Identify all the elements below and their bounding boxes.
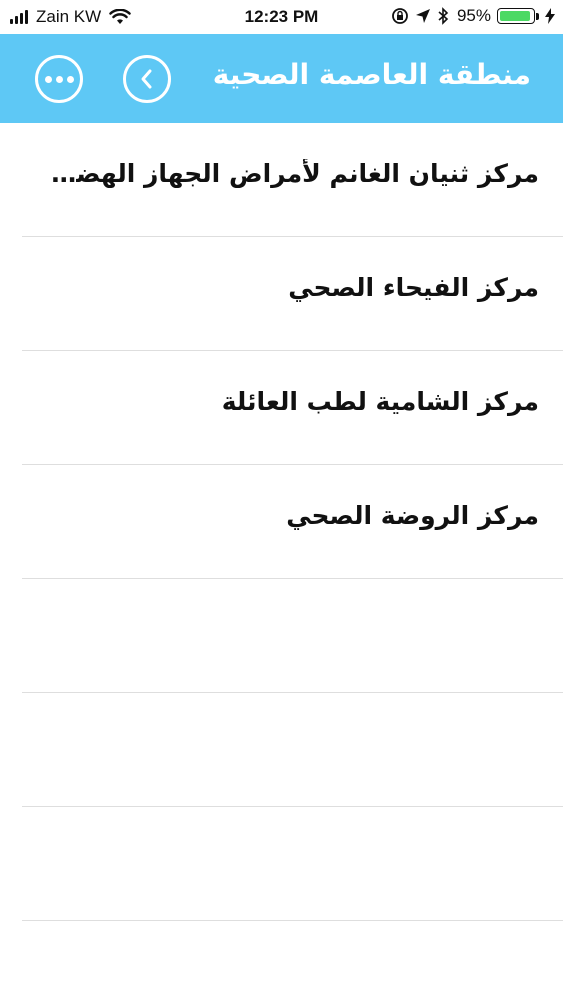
back-button[interactable]: [123, 55, 171, 103]
status-bar: Zain KW 12:23 PM 95%: [0, 0, 563, 34]
list-item-label: مركز الفيحاء الصحي: [288, 273, 539, 302]
header-bar: منطقة العاصمة الصحية: [0, 34, 563, 123]
more-dots-icon: [43, 75, 76, 83]
page-title: منطقة العاصمة الصحية: [212, 58, 531, 91]
center-list: مركز ثنيان الغانم لأمراض الجهاز الهضمي م…: [0, 123, 563, 921]
status-right: 95%: [385, 6, 555, 26]
list-item[interactable]: مركز الفيحاء الصحي: [0, 237, 563, 351]
list-item-empty: [0, 693, 563, 807]
list-item[interactable]: مركز ثنيان الغانم لأمراض الجهاز الهضمي: [0, 123, 563, 237]
list-item-label: مركز الروضة الصحي: [286, 501, 539, 530]
battery-percent: 95%: [456, 6, 491, 25]
location-arrow-icon: [415, 9, 430, 23]
list-item-label: مركز ثنيان الغانم لأمراض الجهاز الهضمي: [40, 159, 539, 188]
bluetooth-icon: [438, 7, 449, 25]
chevron-left-icon: [141, 69, 152, 89]
battery-fill: [500, 11, 531, 21]
list-item[interactable]: مركز الروضة الصحي: [0, 465, 563, 579]
list-item-empty: [0, 807, 563, 921]
rotation-lock-icon: [392, 8, 408, 24]
battery-tip: [536, 12, 539, 20]
list-item-label: مركز الشامية لطب العائلة: [221, 387, 539, 416]
list-item-empty: [0, 579, 563, 693]
charging-bolt-icon: [545, 8, 555, 24]
more-button[interactable]: [35, 55, 83, 103]
list-item[interactable]: مركز الشامية لطب العائلة: [0, 351, 563, 465]
battery-icon: [497, 8, 535, 24]
